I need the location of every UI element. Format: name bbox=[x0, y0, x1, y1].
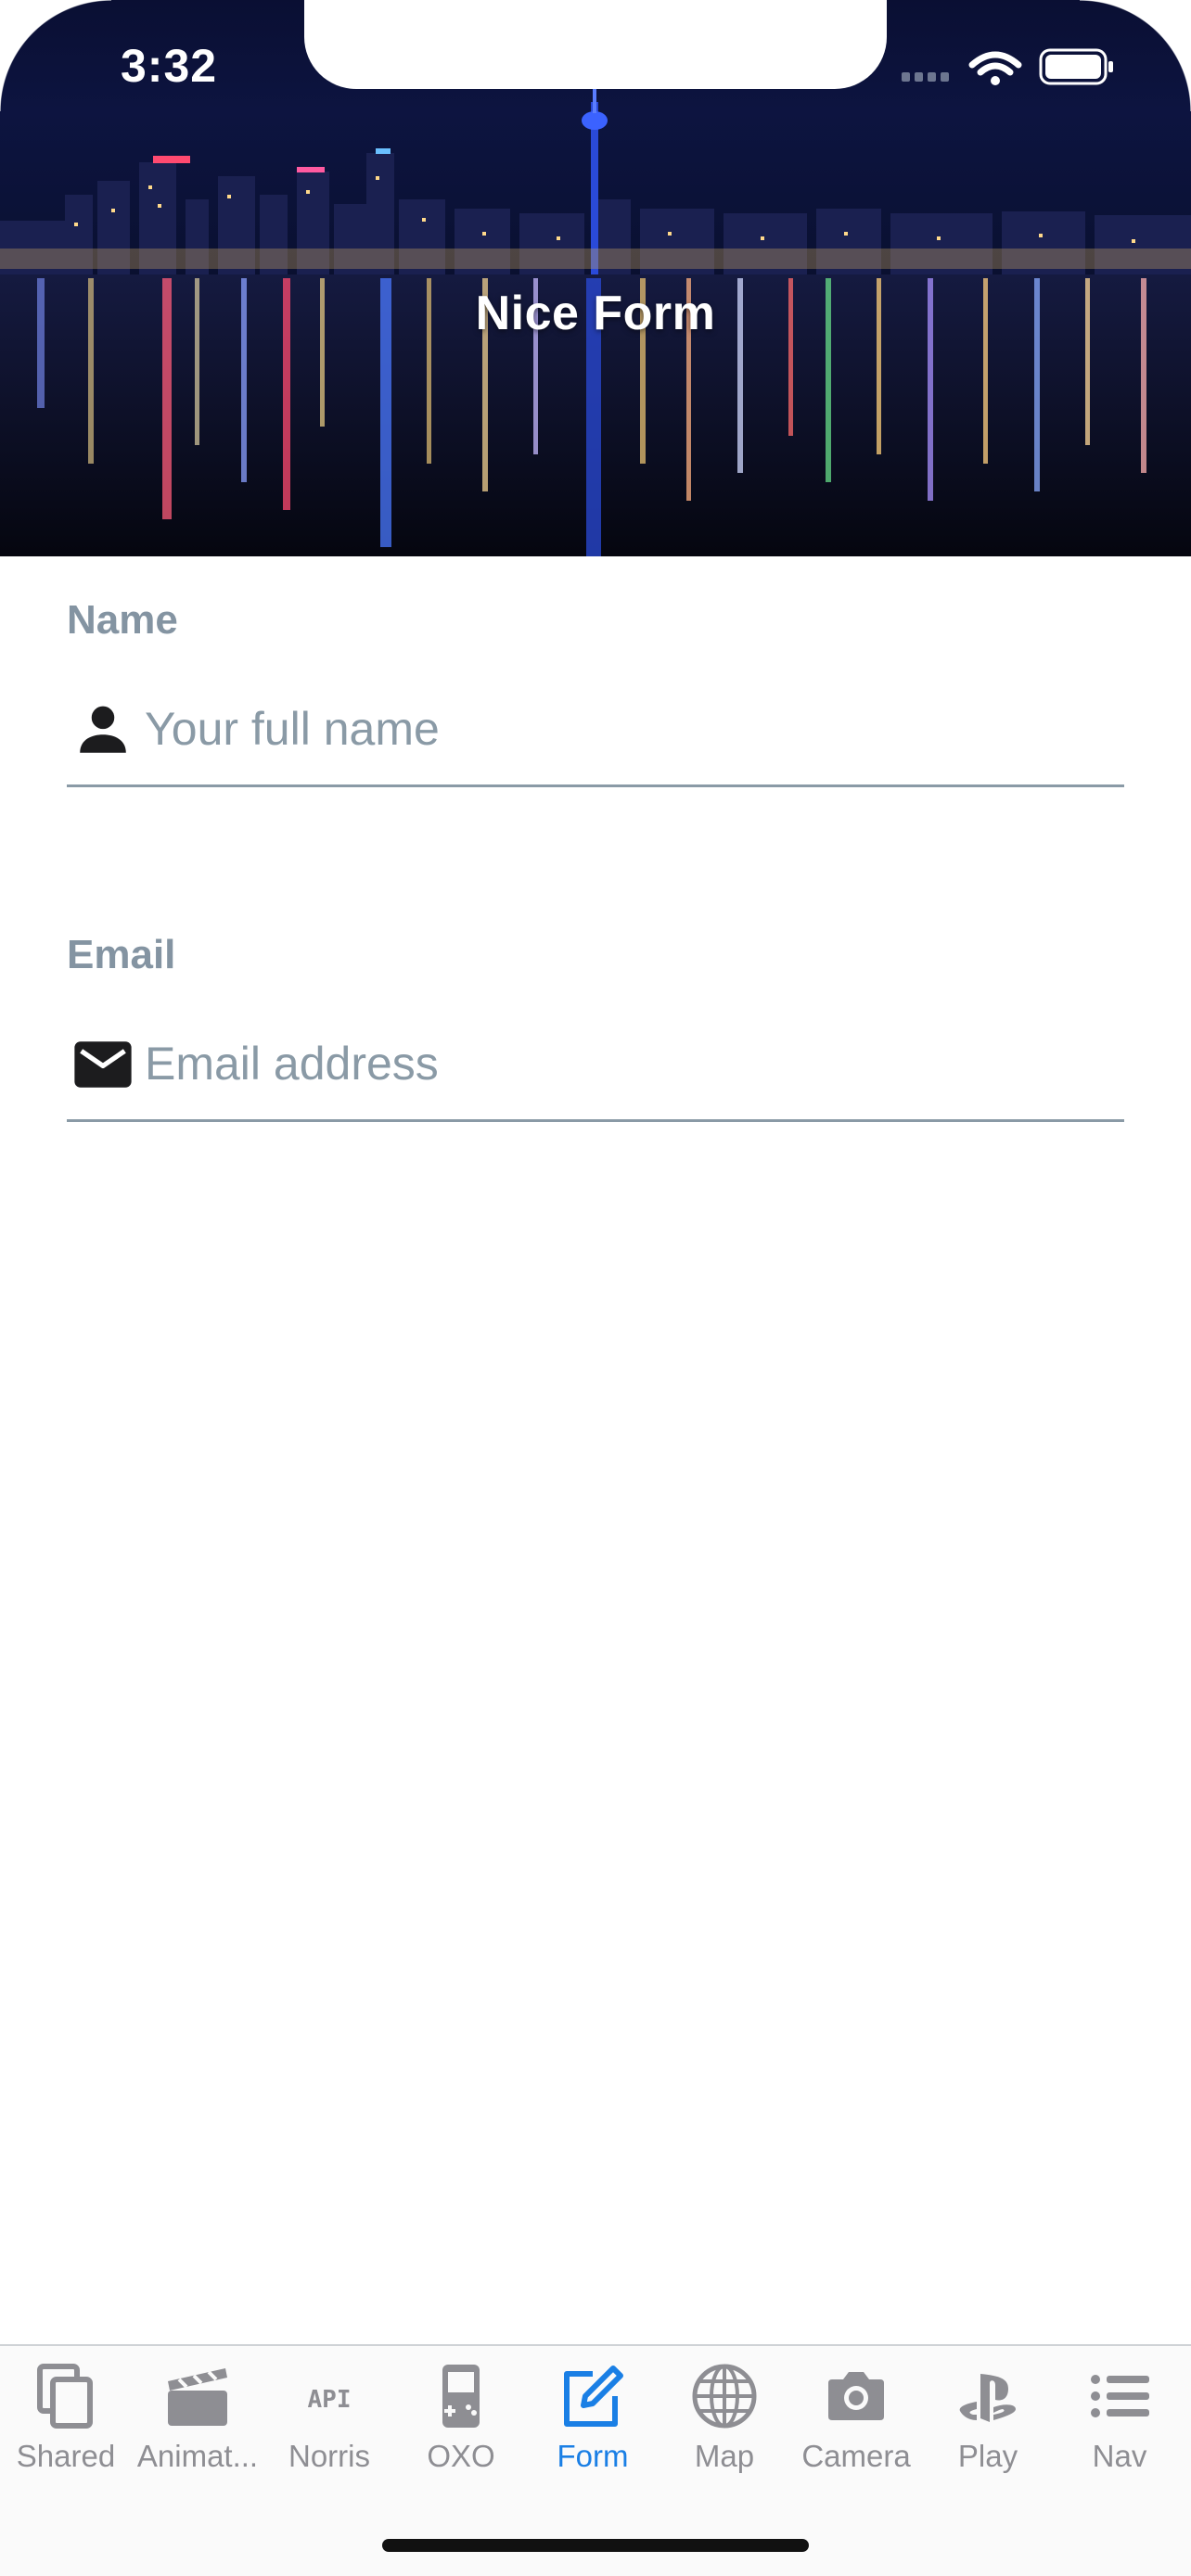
playstation-icon bbox=[959, 2374, 1016, 2422]
tab-oxo[interactable]: OXO bbox=[395, 2359, 527, 2498]
tab-norris[interactable]: API Norris bbox=[263, 2359, 395, 2498]
tab-label: Form bbox=[557, 2439, 629, 2473]
tab-label: Animat... bbox=[136, 2439, 259, 2473]
tab-label: Norris bbox=[288, 2439, 370, 2473]
header-title: Nice Form bbox=[475, 287, 716, 340]
email-label: Email bbox=[67, 932, 176, 977]
tab-map[interactable]: Map bbox=[659, 2359, 790, 2498]
tab-label: Play bbox=[957, 2439, 1018, 2473]
name-field[interactable] bbox=[67, 682, 1124, 787]
tab-form[interactable]: Form bbox=[527, 2359, 659, 2498]
screen-corner bbox=[0, 0, 111, 111]
wifi-icon bbox=[968, 51, 1022, 85]
tab-label: Camera bbox=[801, 2439, 911, 2473]
tab-label: OXO bbox=[427, 2439, 495, 2473]
email-input[interactable] bbox=[145, 1027, 1109, 1101]
person-icon bbox=[80, 706, 126, 753]
status-icons bbox=[900, 45, 1122, 91]
tab-camera[interactable]: Camera bbox=[790, 2359, 922, 2498]
status-time: 3:32 bbox=[121, 40, 218, 92]
list-icon bbox=[1091, 2375, 1149, 2417]
cellular-signal-icon bbox=[902, 72, 949, 82]
camera-icon bbox=[828, 2372, 884, 2420]
tab-animations[interactable]: Animat... bbox=[132, 2359, 263, 2498]
tab-play[interactable]: Play bbox=[922, 2359, 1054, 2498]
clapperboard-icon bbox=[168, 2368, 227, 2426]
home-indicator[interactable] bbox=[382, 2539, 809, 2552]
globe-icon bbox=[692, 2364, 757, 2429]
name-label: Name bbox=[67, 597, 178, 643]
edit-icon bbox=[564, 2366, 623, 2427]
tab-label: Map bbox=[694, 2439, 755, 2473]
tab-shared[interactable]: Shared bbox=[0, 2359, 132, 2498]
email-field[interactable] bbox=[67, 1017, 1124, 1122]
screen: Nice Form 3:32 Name Your full name Email… bbox=[0, 0, 1191, 2576]
battery-icon bbox=[1039, 48, 1113, 85]
envelope-icon bbox=[74, 1041, 132, 1088]
name-input[interactable] bbox=[145, 692, 1109, 766]
svg-text:API: API bbox=[308, 2386, 352, 2414]
device-notch bbox=[304, 0, 887, 89]
tab-label: Nav bbox=[1092, 2439, 1147, 2473]
copy-icon bbox=[37, 2364, 93, 2429]
tab-label: Shared bbox=[16, 2439, 116, 2473]
tab-nav[interactable]: Nav bbox=[1054, 2359, 1185, 2498]
gameboy-icon bbox=[442, 2365, 480, 2428]
api-icon: API bbox=[308, 2386, 352, 2414]
